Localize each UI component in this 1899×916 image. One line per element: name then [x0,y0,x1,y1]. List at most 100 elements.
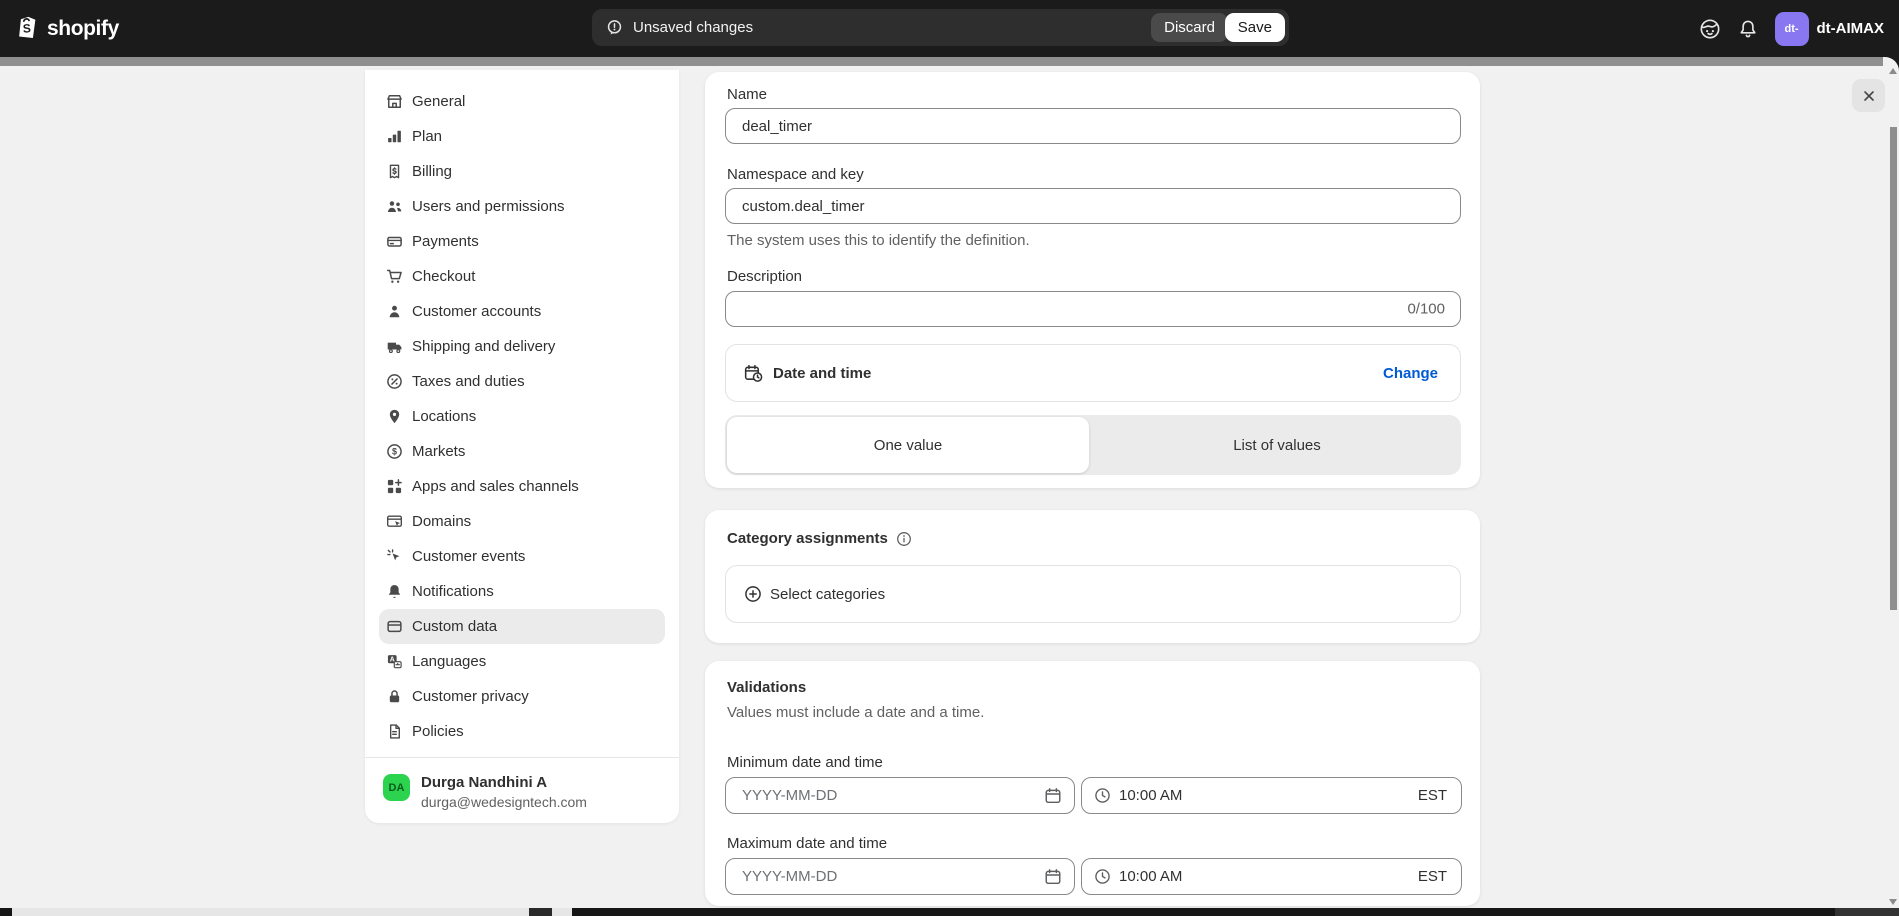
markets-globe-icon: $ [385,443,403,461]
info-icon[interactable] [896,531,912,547]
description-char-counter: 0/100 [1407,301,1445,318]
namespace-input[interactable] [725,188,1461,224]
save-button[interactable]: Save [1225,13,1285,42]
sidebar-item-billing[interactable]: Billing [379,154,665,189]
sidebar-item-languages[interactable]: A Languages [379,644,665,679]
scrollbar-thumb[interactable] [1890,127,1897,610]
users-icon [385,198,403,216]
minimum-date-label: Minimum date and time [727,754,883,771]
plus-circle-icon [744,585,762,603]
description-label: Description [727,268,802,285]
sidebar-user-card: DA Durga Nandhini A durga@wedesigntech.c… [365,758,679,810]
shopify-settings-screen: S shopify Unsaved changes Discard Save [0,0,1899,916]
notification-bell-icon[interactable] [1738,19,1758,39]
sidebar-item-general[interactable]: General [379,84,665,119]
sidebar-item-customer-privacy[interactable]: Customer privacy [379,679,665,714]
window-bottom-edge-light-segment [12,908,572,916]
maximum-date-text-input[interactable] [726,859,1074,894]
custom-data-icon [385,618,403,636]
clock-icon [1094,787,1111,804]
minimum-date-input[interactable] [725,777,1075,814]
sidebar-item-payments[interactable]: Payments [379,224,665,259]
close-settings-button[interactable] [1852,79,1885,112]
store-icon [385,93,403,111]
namespace-helper-text: The system uses this to identify the def… [727,232,1030,249]
modal-sheet-top-edge [0,57,1883,66]
user-name: Durga Nandhini A [421,774,587,791]
account-avatar: dt- [1775,12,1809,46]
lock-icon [385,688,403,706]
account-menu[interactable]: dt- dt-AIMAX [1775,12,1885,46]
description-field-wrap: 0/100 [725,291,1461,327]
calendar-icon[interactable] [1044,868,1062,891]
category-assignments-title: Category assignments [727,530,888,547]
topbar: S shopify Unsaved changes Discard Save [0,0,1899,57]
change-type-link[interactable]: Change [1383,365,1438,382]
discard-button[interactable]: Discard [1151,13,1228,42]
validations-card: Validations Values must include a date a… [705,661,1480,906]
sidebar-item-users-and-permissions[interactable]: Users and permissions [379,189,665,224]
payments-icon [385,233,403,251]
sidebar-item-custom-data[interactable]: Custom data [379,609,665,644]
sidebar-item-markets[interactable]: $ Markets [379,434,665,469]
maximum-date-input[interactable] [725,858,1075,895]
maximum-time-value: 10:00 AM [1119,868,1182,885]
sidebar-item-notifications[interactable]: Notifications [379,574,665,609]
customer-accounts-icon [385,303,403,321]
minimum-time-value: 10:00 AM [1119,787,1182,804]
content-type-row: Date and time Change [725,344,1461,402]
shopify-logo[interactable]: S shopify [16,0,119,57]
window-bottom-edge-right-segment [1835,908,1899,916]
shopify-wordmark: shopify [47,17,119,41]
maximum-timezone: EST [1418,868,1447,885]
sidebar-item-policies[interactable]: Policies [379,714,665,749]
close-icon [1861,88,1877,104]
shipping-truck-icon [385,338,403,356]
maximum-time-input[interactable]: 10:00 AM EST [1081,858,1462,895]
checkout-cart-icon [385,268,403,286]
svg-text:S: S [22,21,31,36]
clock-icon [1094,868,1111,885]
calendar-icon[interactable] [1044,787,1062,810]
languages-icon: A [385,653,403,671]
sidebar-item-locations[interactable]: Locations [379,399,665,434]
shopify-bag-icon: S [15,12,41,46]
sidebar-item-taxes-and-duties[interactable]: Taxes and duties [379,364,665,399]
scrollbar-down-arrow[interactable] [1889,899,1897,905]
sidebar-item-plan[interactable]: Plan [379,119,665,154]
apps-blocks-icon [385,478,403,496]
account-name: dt-AIMAX [1817,20,1885,37]
window-bottom-edge-dark-mark [529,908,552,916]
sidebar-item-checkout[interactable]: Checkout [379,259,665,294]
name-input[interactable] [725,108,1461,144]
location-pin-icon [385,408,403,426]
settings-sidebar: General Plan Billing [365,70,679,823]
select-categories-button[interactable]: Select categories [725,565,1461,623]
plan-icon [385,128,403,146]
minimum-time-input[interactable]: 10:00 AM EST [1081,777,1462,814]
sidebar-item-customer-events[interactable]: Customer events [379,539,665,574]
unsaved-changes-banner: Unsaved changes Discard Save [592,9,1289,46]
category-assignments-card: Category assignments Select categories [705,510,1480,643]
topbar-right-cluster: dt- dt-AIMAX [1699,0,1885,57]
content-type-label: Date and time [773,365,871,382]
validations-subtitle: Values must include a date and a time. [727,704,984,721]
sidebar-item-customer-accounts[interactable]: Customer accounts [379,294,665,329]
sidebar-item-apps-and-sales-channels[interactable]: Apps and sales channels [379,469,665,504]
minimum-date-text-input[interactable] [726,778,1074,813]
scrollbar-up-arrow[interactable] [1889,68,1897,74]
user-avatar: DA [383,774,410,801]
tab-list-of-values[interactable]: List of values [1093,415,1461,475]
name-label: Name [727,86,767,103]
svg-text:$: $ [391,447,396,457]
unsaved-changes-text: Unsaved changes [633,19,753,36]
sidebar-item-domains[interactable]: Domains [379,504,665,539]
sidebar-item-shipping-and-delivery[interactable]: Shipping and delivery [379,329,665,364]
value-mode-segmented-control: One value List of values [725,415,1461,475]
bell-icon [385,583,403,601]
cursor-click-icon [385,548,403,566]
description-input[interactable] [725,291,1461,327]
tab-one-value[interactable]: One value [727,417,1089,473]
sidekick-assistant-icon[interactable] [1699,18,1721,40]
modal-sheet-corner [1883,57,1899,77]
